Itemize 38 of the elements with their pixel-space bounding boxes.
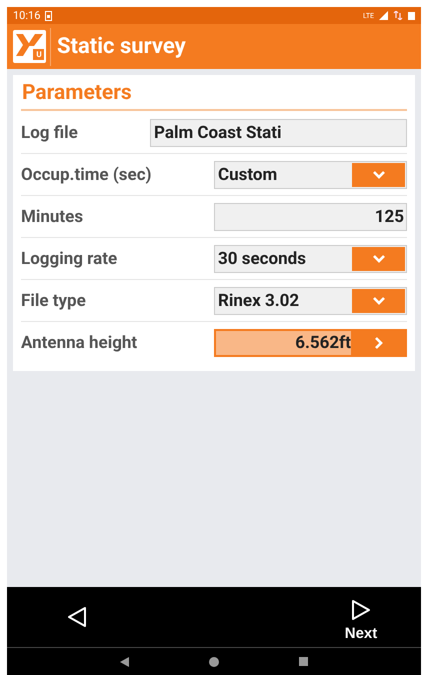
- logo-letter: U: [35, 50, 43, 60]
- sim-card-icon: [45, 10, 52, 20]
- section-heading: Parameters: [21, 80, 133, 107]
- field-label: Log file: [21, 122, 79, 142]
- field-value: 6.562ft: [294, 332, 351, 352]
- dropdown-button[interactable]: [352, 288, 405, 312]
- back-icon[interactable]: [120, 656, 129, 666]
- next-button[interactable]: Next: [301, 587, 421, 647]
- field-label: Occup.time (sec): [21, 164, 153, 184]
- dropdown-value: Rinex 3.02: [218, 290, 300, 310]
- chevron-down-icon: [372, 254, 386, 263]
- dropdown[interactable]: Custom: [214, 160, 407, 188]
- data-transfer-icon: [393, 11, 403, 20]
- field-label: Minutes: [21, 206, 84, 226]
- field-label: Logging rate: [21, 248, 118, 268]
- dropdown[interactable]: 30 seconds: [214, 244, 407, 272]
- battery-icon: [408, 12, 415, 20]
- logo-icon: [13, 30, 46, 63]
- chevron-down-icon: [372, 296, 386, 305]
- signal-icon: [379, 11, 388, 20]
- open-button[interactable]: [351, 330, 405, 354]
- back-arrow-icon: [67, 606, 87, 628]
- dropdown-value: Custom: [218, 164, 278, 184]
- action-field[interactable]: 6.562ft: [214, 328, 407, 356]
- field-label: Antenna height: [21, 332, 138, 352]
- number-field[interactable]: 125: [214, 202, 407, 230]
- clock-time: 10:16: [13, 9, 40, 22]
- dropdown-button[interactable]: [352, 162, 405, 186]
- dropdown[interactable]: Rinex 3.02: [214, 286, 407, 314]
- home-icon[interactable]: [209, 656, 219, 666]
- chevron-down-icon: [372, 170, 386, 179]
- text-field[interactable]: Palm Coast Stati: [150, 118, 407, 146]
- screen-title: Static survey: [57, 34, 186, 59]
- field-label: File type: [21, 290, 87, 310]
- forward-arrow-icon: [351, 598, 371, 620]
- dropdown-value: 30 seconds: [218, 248, 307, 268]
- chevron-right-icon: [374, 336, 382, 350]
- dropdown-button[interactable]: [352, 246, 405, 270]
